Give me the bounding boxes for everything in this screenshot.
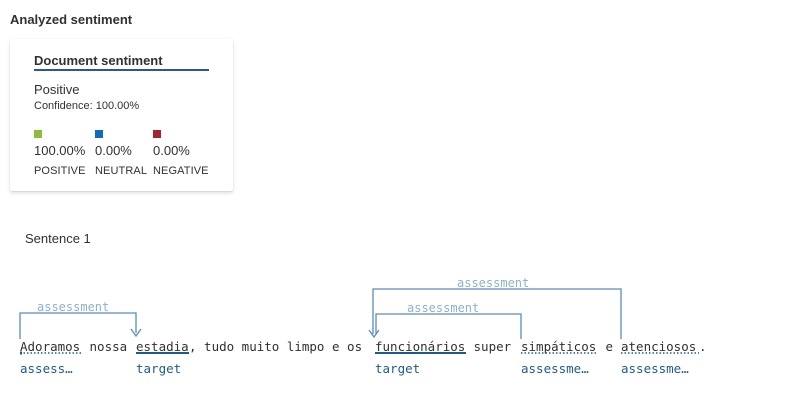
relation-arc-2: [375, 313, 522, 339]
token-text: .: [699, 339, 707, 354]
token-atenciosos: atenciosos: [621, 339, 697, 354]
relation-label-2: assessment: [407, 301, 479, 315]
relation-arc-1: [19, 312, 137, 339]
token-simpaticos: simpáticos: [521, 339, 597, 354]
relation-label-1: assessment: [37, 300, 109, 314]
tag-target: target: [136, 361, 182, 376]
tag-assessment: assessme…: [521, 361, 589, 376]
tag-assessment: assessme…: [621, 361, 689, 376]
token-text: nossa: [82, 339, 135, 354]
token-text: e: [598, 339, 621, 354]
token-funcionarios: funcionários: [375, 339, 466, 354]
token-text: , tudo muito limpo e os: [189, 339, 370, 354]
tag-assessment: assess…: [20, 361, 73, 376]
tag-target: target: [375, 361, 421, 376]
token-adoramos: Adoramos: [20, 339, 81, 354]
relation-arrow-2: [368, 329, 380, 339]
token-estadia: estadia: [136, 339, 189, 354]
token-text: super: [466, 339, 519, 354]
relation-label-3: assessment: [457, 276, 529, 290]
